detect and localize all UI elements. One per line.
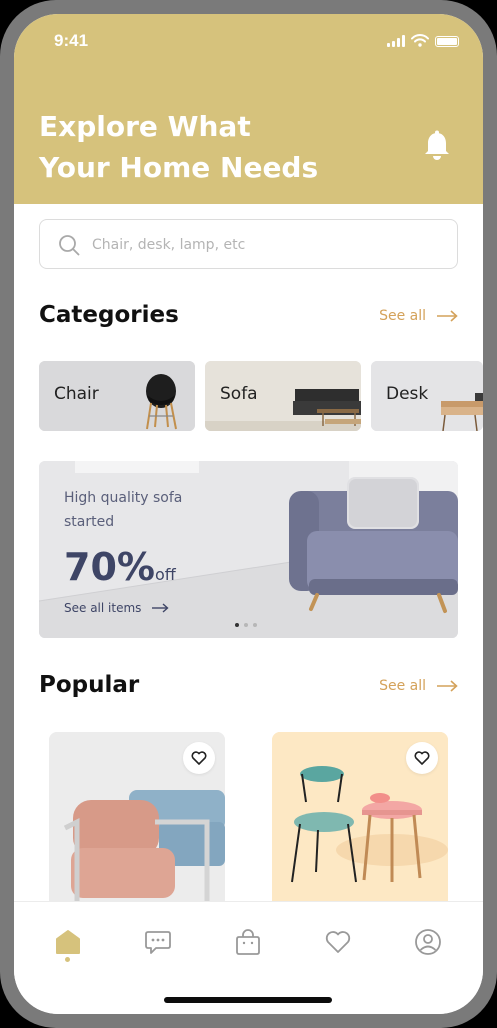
home-icon — [56, 930, 80, 954]
carousel-dot[interactable] — [235, 623, 239, 627]
nav-profile[interactable] — [408, 922, 448, 962]
category-label: Chair — [54, 384, 99, 404]
app-screen: 9:41 Explore What Your Home Needs Chair,… — [14, 14, 483, 1014]
favorite-button[interactable] — [183, 742, 215, 774]
search-icon — [59, 235, 80, 256]
see-all-items-link[interactable]: See all items — [64, 601, 169, 615]
signal-icon — [387, 35, 405, 47]
bag-icon — [236, 929, 260, 955]
title-line-2: Your Home Needs — [39, 151, 319, 184]
carousel-dot[interactable] — [244, 623, 248, 627]
page-title: Explore What Your Home Needs — [39, 106, 379, 188]
status-time: 9:41 — [54, 31, 89, 50]
nav-chat[interactable] — [138, 922, 178, 962]
home-indicator[interactable] — [164, 997, 332, 1003]
arrow-right-icon — [152, 603, 169, 613]
title-line-1: Explore What — [39, 110, 251, 143]
heart-icon — [325, 931, 351, 953]
arrow-right-icon — [437, 310, 458, 322]
product-card[interactable] — [49, 732, 225, 914]
nav-favorites[interactable] — [318, 922, 358, 962]
promo-subtitle: High quality sofa started — [64, 490, 183, 530]
popular-see-all-link[interactable]: See all — [379, 678, 458, 694]
header: 9:41 Explore What Your Home Needs — [14, 14, 483, 204]
heart-icon — [191, 751, 207, 765]
search-input[interactable] — [92, 230, 442, 260]
see-all-items-label: See all items — [64, 601, 142, 615]
status-icons — [387, 34, 459, 47]
promo-discount: 70% — [64, 545, 155, 589]
chat-icon — [145, 931, 171, 954]
carousel-dot[interactable] — [253, 623, 257, 627]
search-bar[interactable] — [39, 219, 458, 269]
category-card-desk[interactable]: Desk — [371, 361, 483, 431]
category-card-chair[interactable]: Chair — [39, 361, 195, 431]
category-label: Sofa — [220, 384, 258, 404]
phone-frame: 9:41 Explore What Your Home Needs Chair,… — [0, 0, 497, 1028]
bell-icon[interactable] — [422, 130, 452, 162]
categories-title: Categories — [39, 302, 179, 328]
profile-icon — [415, 929, 441, 955]
nav-home[interactable] — [48, 922, 88, 962]
active-indicator — [65, 957, 70, 962]
favorite-button[interactable] — [406, 742, 438, 774]
popular-title: Popular — [39, 672, 140, 698]
nav-bag[interactable] — [228, 922, 268, 962]
categories-see-all-link[interactable]: See all — [379, 308, 458, 324]
see-all-label: See all — [379, 678, 426, 694]
wifi-icon — [411, 34, 429, 47]
category-card-sofa[interactable]: Sofa — [205, 361, 361, 431]
heart-icon — [414, 751, 430, 765]
category-label: Desk — [386, 384, 429, 404]
carousel-indicator[interactable] — [235, 623, 257, 627]
promo-banner[interactable]: High quality sofa started 70% off See al… — [39, 461, 458, 638]
arrow-right-icon — [437, 680, 458, 692]
battery-icon — [435, 36, 459, 47]
product-card[interactable] — [272, 732, 448, 914]
promo-discount-suffix: off — [155, 565, 176, 584]
see-all-label: See all — [379, 308, 426, 324]
